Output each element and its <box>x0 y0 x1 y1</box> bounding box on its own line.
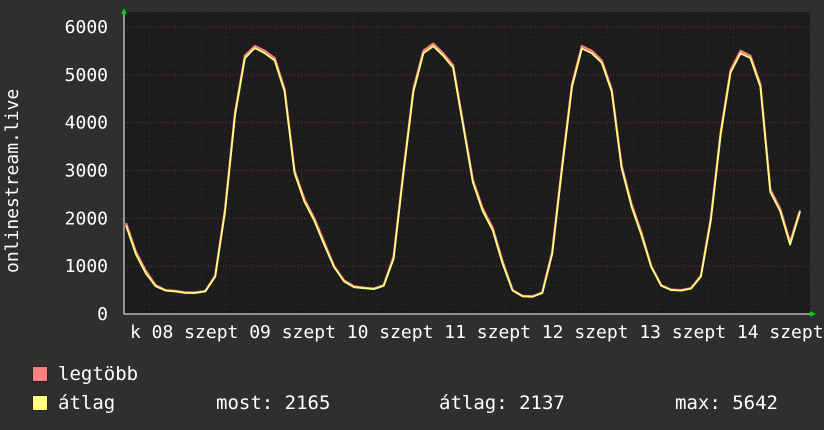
stat-max: max: 5642 <box>675 392 778 414</box>
stat-atlag: átlag: 2137 <box>439 392 565 414</box>
y-tick-label: 0 <box>97 304 108 325</box>
y-tick-label: 6000 <box>65 17 108 38</box>
stat-most: most: 2165 <box>216 392 331 414</box>
y-tick-label: 2000 <box>65 208 108 229</box>
y-axis-label: onlinestream.live <box>2 89 23 273</box>
y-axis-arrow <box>121 8 127 14</box>
x-axis-ticks: k 08 szept 09 szept 10 szept 11 szept 12… <box>130 322 824 343</box>
y-axis-ticks: 0 1000 2000 3000 4000 5000 6000 <box>65 17 108 325</box>
chart: 0 1000 2000 3000 4000 5000 6000 onlinestream.l… <box>2 8 824 343</box>
plot-area <box>124 12 810 314</box>
atlag-swatch <box>32 395 48 411</box>
y-tick-label: 4000 <box>65 113 108 134</box>
y-tick-label: 5000 <box>65 65 108 86</box>
x-axis-arrow <box>810 311 816 317</box>
y-tick-label: 3000 <box>65 161 108 182</box>
y-tick-label: 1000 <box>65 256 108 277</box>
legtobb-swatch <box>32 366 48 382</box>
legtobb-label: legtöbb <box>58 363 139 385</box>
atlag-label: átlag <box>58 392 116 414</box>
